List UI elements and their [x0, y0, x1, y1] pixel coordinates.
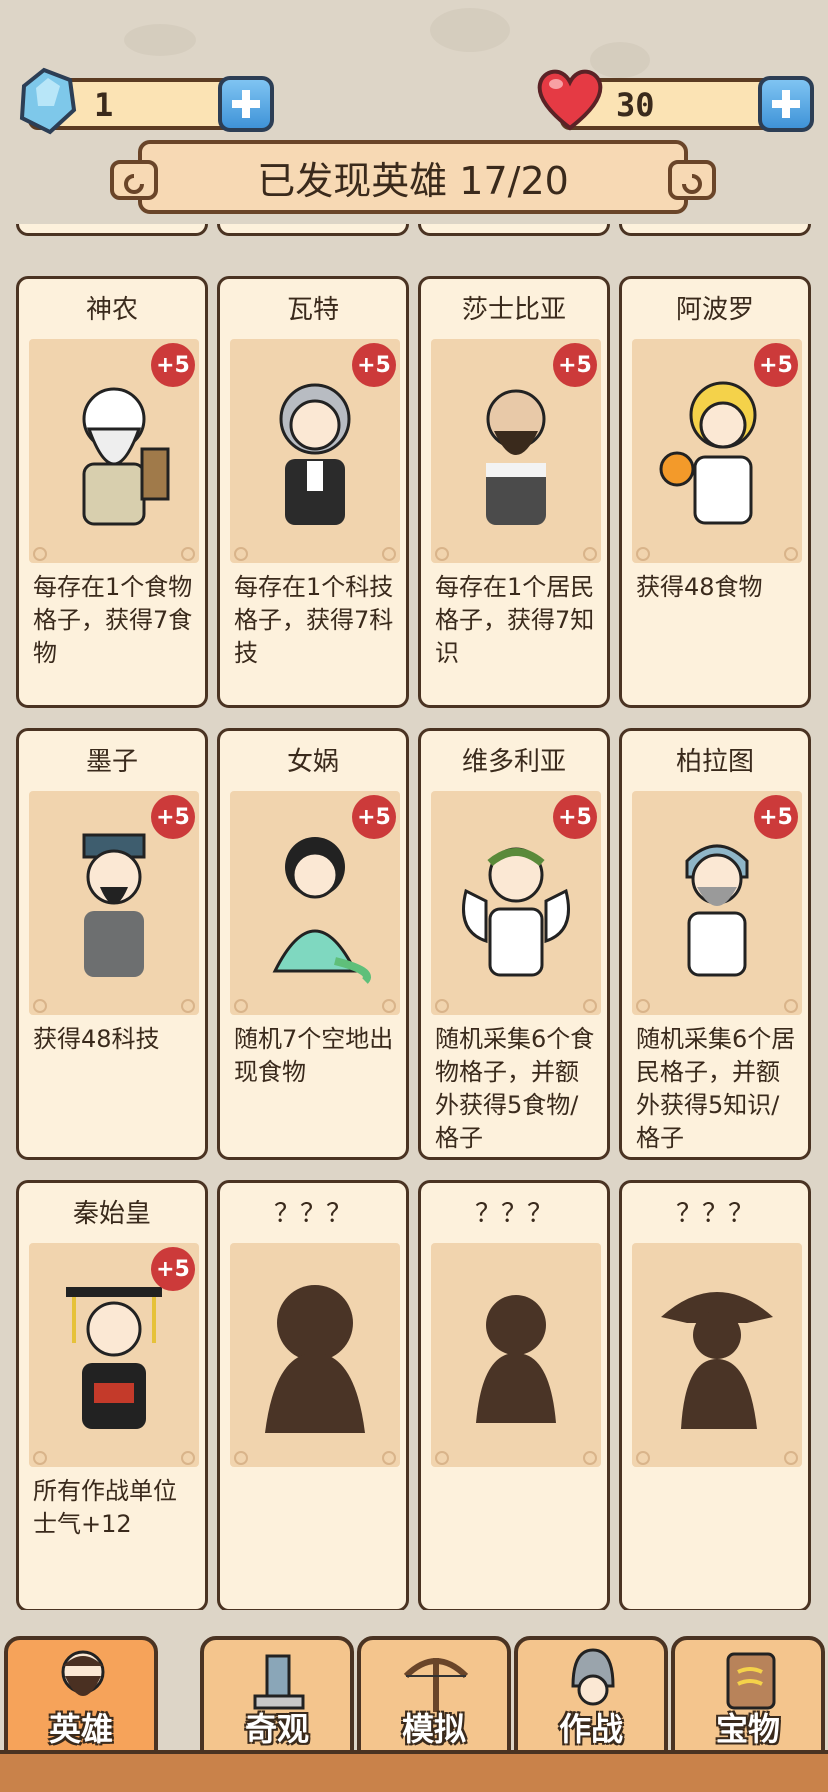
hero-card-qinshihuang[interactable]: 秦始皇 +5 所有作战单位士气+12 — [16, 1180, 208, 1610]
hero-card-partial[interactable] — [217, 224, 409, 236]
hero-name: 秦始皇 — [72, 1199, 151, 1229]
qinshihuang-figure-icon — [66, 1287, 162, 1429]
hero-name: 维多利亚 — [461, 747, 566, 777]
bottom-floor — [0, 1750, 828, 1792]
hero-description: 每存在1个科技格子，获得7科技 — [234, 573, 394, 667]
hero-name: 莎士比亚 — [461, 295, 566, 325]
hero-description: 获得48科技 — [33, 1025, 160, 1053]
hero-card-partial[interactable]: 15知识 — [418, 224, 610, 236]
hero-description: 随机7个空地出现食物 — [234, 1025, 394, 1086]
locked-portrait — [632, 1243, 802, 1467]
hero-name: 阿波罗 — [675, 295, 754, 325]
bonus-badge: +5 — [553, 343, 597, 387]
locked-portrait — [230, 1243, 400, 1467]
hero-card-locked[interactable]: ？？？ — [619, 1180, 811, 1610]
silhouette-icon — [476, 1295, 556, 1423]
heart-count: 30 — [616, 86, 655, 124]
hero-description: 每存在1个食物格子，获得7食物 — [33, 573, 193, 667]
hero-card-shennong[interactable]: 神农 +5 每存在1个食物格子，获得7食物 — [16, 276, 208, 708]
bonus-badge: +5 — [352, 343, 396, 387]
hero-name: 瓦特 — [286, 295, 339, 325]
heart-icon — [537, 69, 603, 131]
nuwa-figure-icon — [272, 837, 371, 984]
hero-card-partial[interactable] — [16, 224, 208, 236]
hero-portrait: +5 — [431, 339, 601, 563]
hero-card-plato[interactable]: 柏拉图 +5 随机采集6个居民格子，并额外获得5知识/格子 — [619, 728, 811, 1160]
tab-label: 模拟 — [401, 1710, 466, 1748]
shakespeare-figure-icon — [486, 389, 546, 525]
hero-name: 墨子 — [85, 747, 138, 777]
hero-card-watt[interactable]: 瓦特 +5 每存在1个科技格子，获得7科技 — [217, 276, 409, 708]
plato-figure-icon — [685, 844, 749, 977]
tab-label: 英雄 — [48, 1710, 113, 1748]
page-title: 已发现英雄 17/20 — [257, 158, 569, 203]
hero-description: 每存在1个居民格子，获得7知识 — [435, 573, 595, 667]
bonus-badge: +5 — [151, 343, 195, 387]
hero-name: ？？？ — [474, 1199, 553, 1229]
hero-name: ？？？ — [675, 1199, 754, 1229]
hero-card-apollo[interactable]: 阿波罗 +5 获得48食物 — [619, 276, 811, 708]
tab-label: 宝物 — [715, 1710, 780, 1748]
hero-name: ？？？ — [273, 1199, 352, 1229]
hero-portrait: +5 — [632, 339, 802, 563]
hero-card-locked[interactable]: ？？？ — [217, 1180, 409, 1610]
hero-description: 所有作战单位士气+12 — [33, 1477, 177, 1538]
hero-card-nuwa[interactable]: 女娲 +5 随机7个空地出现食物 — [217, 728, 409, 1160]
hero-card-victoria[interactable]: 维多利亚 +5 随机采集6个食物格子，并额外获得5食物/格子 — [418, 728, 610, 1160]
hero-name: 柏拉图 — [675, 747, 754, 777]
hero-grid[interactable]: 15知识 神农 +5 每存在1个食物格子，获得7食物 瓦特 +5 每存在1个科技… — [0, 224, 828, 1610]
hero-portrait: +5 — [29, 339, 199, 563]
add-hearts-button[interactable] — [758, 76, 814, 132]
tab-label: 作战 — [558, 1710, 623, 1748]
hero-description: 随机采集6个食物格子，并额外获得5食物/格子 — [435, 1025, 595, 1152]
hero-description: 获得48食物 — [636, 573, 763, 601]
watt-figure-icon — [279, 383, 351, 525]
hero-description: 随机采集6个居民格子，并额外获得5知识/格子 — [636, 1025, 796, 1152]
bonus-badge: +5 — [151, 795, 195, 839]
silhouette-icon — [661, 1292, 773, 1429]
bonus-badge: +5 — [352, 795, 396, 839]
bonus-badge: +5 — [754, 343, 798, 387]
hero-card-partial[interactable] — [619, 224, 811, 236]
hero-card-locked[interactable]: ？？？ — [418, 1180, 610, 1610]
mozi-figure-icon — [82, 833, 146, 977]
heart-counter: 30 — [537, 69, 814, 132]
scroll-curl-icon — [668, 160, 716, 200]
bonus-badge: +5 — [553, 795, 597, 839]
gem-icon — [19, 67, 77, 135]
hero-name: 神农 — [85, 295, 138, 325]
silhouette-icon — [265, 1285, 365, 1433]
gem-counter: 1 — [19, 67, 274, 135]
bonus-badge: +5 — [754, 795, 798, 839]
hero-description: 15知识 — [435, 224, 597, 232]
plus-icon — [232, 90, 260, 118]
hero-name: 女娲 — [286, 747, 339, 777]
hero-portrait: +5 — [632, 791, 802, 1015]
hero-card-shakespeare[interactable]: 莎士比亚 +5 每存在1个居民格子，获得7知识 — [418, 276, 610, 708]
hero-card-mozi[interactable]: 墨子 +5 获得48科技 — [16, 728, 208, 1160]
hero-portrait: +5 — [230, 791, 400, 1015]
hero-portrait: +5 — [29, 791, 199, 1015]
tab-label: 奇观 — [244, 1710, 309, 1748]
bonus-badge: +5 — [151, 1247, 195, 1291]
add-gems-button[interactable] — [218, 76, 274, 132]
gem-count: 1 — [94, 86, 114, 124]
hero-portrait: +5 — [431, 791, 601, 1015]
scroll-curl-icon — [110, 160, 158, 200]
discovered-heroes-banner: 已发现英雄 17/20 — [110, 140, 716, 214]
apollo-figure-icon — [659, 381, 757, 525]
locked-portrait — [431, 1243, 601, 1467]
victoria-figure-icon — [462, 847, 570, 977]
plus-icon — [772, 90, 800, 118]
hero-portrait: +5 — [230, 339, 400, 563]
hero-portrait: +5 — [29, 1243, 199, 1467]
shennong-figure-icon — [82, 387, 170, 526]
